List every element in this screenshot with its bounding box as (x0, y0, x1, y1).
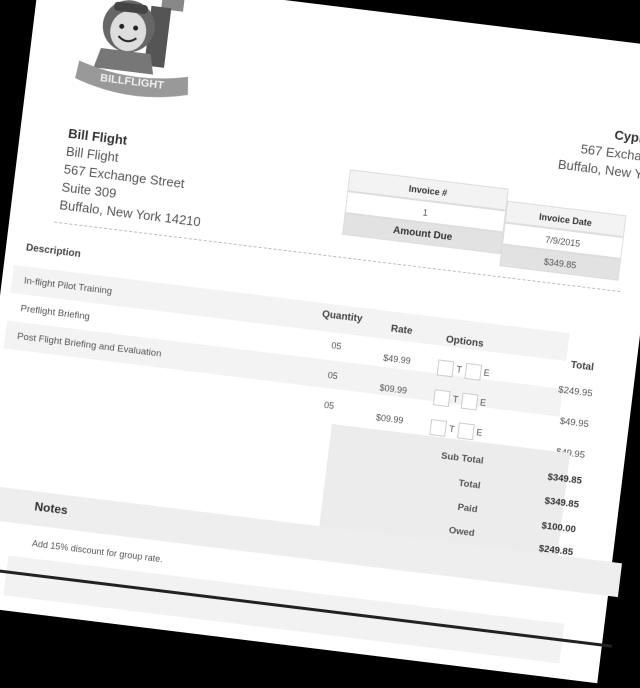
item-quantity: 05 (323, 399, 335, 412)
from-address: Cypress North 567 Exchange Street Buffal… (557, 120, 640, 191)
option-label: T (448, 423, 456, 435)
option-label: E (483, 367, 491, 379)
option-label: T (455, 364, 463, 375)
item-quantity: 05 (330, 340, 342, 352)
option-e-checkbox[interactable] (456, 422, 475, 441)
option-t-checkbox[interactable] (436, 359, 455, 378)
invoice-page: BILLFLIGHT Bill Flight Bill Flight 567 E… (0, 0, 640, 684)
option-e-checkbox[interactable] (463, 362, 482, 381)
option-t-checkbox[interactable] (429, 419, 448, 437)
billflight-logo: BILLFLIGHT (65, 0, 207, 110)
description-header: Description (25, 242, 82, 261)
option-label: E (475, 427, 484, 438)
item-description: Preflight Briefing (19, 303, 91, 323)
bill-to-address: Bill Flight Bill Flight 567 Exchange Str… (58, 125, 210, 232)
item-rate: $49.99 (382, 352, 412, 367)
invoice-meta-table: Invoice # 1 Amount Due Invoice Date 7/9/… (339, 169, 638, 294)
option-t-checkbox[interactable] (432, 389, 451, 408)
option-e-checkbox[interactable] (460, 392, 479, 411)
option-label: E (479, 397, 487, 408)
item-rate: $09.99 (375, 412, 404, 426)
item-quantity: 05 (327, 370, 339, 382)
option-label: T (452, 393, 459, 405)
total-header: Total (570, 359, 595, 374)
